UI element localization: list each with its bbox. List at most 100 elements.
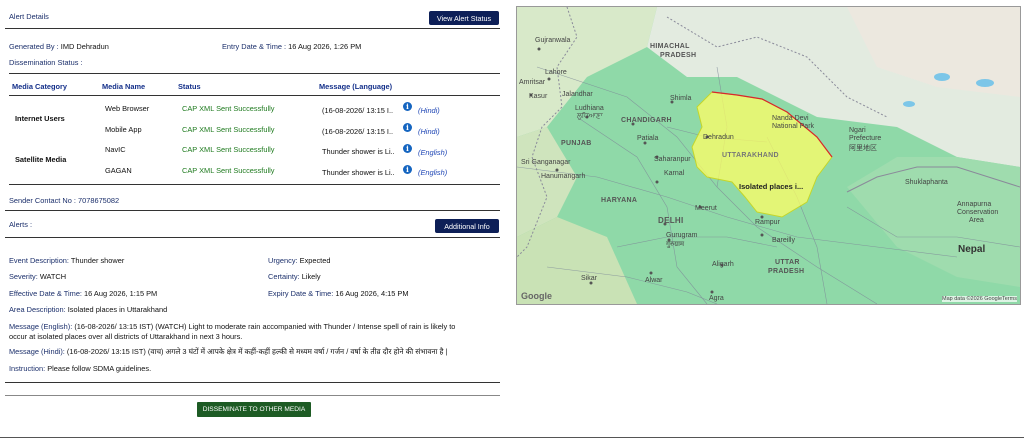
map-label-dehradun: Dehradun (703, 134, 734, 141)
alert-details-heading: Alert Details (9, 12, 49, 21)
map-label-ludhiana: Ludhiana (575, 105, 604, 112)
page-bottom-border (0, 437, 1024, 438)
map-label-area: Area (969, 217, 984, 224)
table-bottom-rule (9, 184, 500, 185)
event-description-value: Thunder shower (70, 256, 125, 265)
status-text: CAP XML Sent Successfully (182, 145, 275, 154)
map-label-lahore: Lahore (545, 69, 567, 76)
expiry-date: Expiry Date & Time: 16 Aug 2026, 4:15 PM (268, 289, 409, 298)
map-label-hanumangarh: Hanumangarh (541, 173, 586, 180)
map-label-bareilly: Bareilly (772, 237, 795, 244)
col-media-category: Media Category (12, 82, 68, 91)
message-language-link[interactable]: (Hindi) (418, 127, 440, 136)
info-icon[interactable]: i (403, 144, 412, 153)
media-name: GAGAN (105, 166, 132, 175)
urgency: Urgency: Expected (268, 256, 330, 265)
alerts-heading: Alerts : (9, 220, 32, 229)
map-label-uttarakhand: UTTARAKHAND (722, 152, 779, 159)
divider (5, 395, 500, 396)
message-preview: Thunder shower is Li.. (322, 168, 395, 177)
map-label-himachal: HIMACHAL (650, 43, 690, 50)
map-label-prefecture-cn: 阿里地区 (849, 145, 877, 152)
info-icon[interactable]: i (403, 102, 412, 111)
urgency-value: Expected (299, 256, 331, 265)
map-label-delhi: DELHI (658, 216, 684, 225)
map-label-kasur: Kasur (529, 93, 548, 100)
dissemination-status-label: Dissemination Status : (9, 58, 83, 67)
map-label-national-park: National Park (772, 123, 815, 130)
map-label-uttar: UTTAR (775, 259, 800, 266)
additional-info-button[interactable]: Additional Info (435, 219, 499, 233)
col-status: Status (178, 82, 201, 91)
entry-date-label: Entry Date & Time : (222, 42, 287, 51)
info-icon[interactable]: i (403, 165, 412, 174)
generated-by-value: IMD Dehradun (60, 42, 109, 51)
expiry-date-value: 16 Aug 2026, 4:15 PM (335, 289, 409, 298)
map-label-pradesh-2: PRADESH (768, 268, 805, 275)
entry-date: Entry Date & Time : 16 Aug 2026, 1:26 PM (222, 42, 361, 51)
message-language-link[interactable]: (English) (418, 168, 447, 177)
map-terms-link[interactable]: Terms (1002, 296, 1017, 302)
category-satellite-media: Satellite Media (15, 155, 67, 164)
map-label-chandigarh: CHANDIGARH (621, 117, 672, 124)
map-label-gurugram: Gurugram (666, 232, 698, 239)
effective-date-value: 16 Aug 2026, 1:15 PM (84, 289, 158, 298)
map-label-amritsar: Amritsar (519, 79, 546, 86)
instruction-label: Instruction: (9, 364, 46, 373)
message-hindi-label: Message (Hindi): (9, 347, 65, 356)
map-label-meerut: Meerut (695, 205, 717, 212)
message-language-link[interactable]: (English) (418, 148, 447, 157)
map-label-pradesh: PRADESH (660, 52, 697, 59)
google-logo: Google (521, 291, 552, 301)
divider (5, 382, 500, 383)
map-label-annapurna: Annapurna (957, 201, 992, 208)
map-label-aligarh: Aligarh (712, 261, 734, 268)
map-label-nepal: Nepal (958, 244, 986, 255)
map-label-jalandhar: Jalandhar (562, 91, 593, 98)
urgency-label: Urgency: (268, 256, 298, 265)
map-label-haryana: HARYANA (601, 197, 638, 204)
map-label-prefecture: Prefecture (849, 135, 882, 142)
area-description-label: Area Description: (9, 305, 66, 314)
map-label-sri-ganganagar: Sri Ganganagar (521, 159, 571, 166)
status-text: CAP XML Sent Successfully (182, 166, 275, 175)
message-language-link[interactable]: (Hindi) (418, 106, 440, 115)
area-description: Area Description: Isolated places in Utt… (9, 305, 167, 314)
map-label-sikar: Sikar (581, 275, 597, 282)
map-label-karnal: Karnal (664, 170, 685, 177)
certainty: Certainty: Likely (268, 272, 321, 281)
media-name: NavIC (105, 145, 126, 154)
media-name: Web Browser (105, 104, 150, 113)
certainty-label: Certainty: (268, 272, 300, 281)
map-label-conservation: Conservation (957, 209, 999, 216)
message-preview: Thunder shower is Li.. (322, 147, 395, 156)
map-label-sukla-phanta: Shuklaphanta (905, 179, 948, 186)
view-alert-status-button[interactable]: View Alert Status (429, 11, 499, 25)
area-description-value: Isolated places in Uttarakhand (67, 305, 168, 314)
message-hindi-value: (16-08-2026/ 13:15 IST) (वाच) अगले 3 घंट… (66, 347, 448, 356)
map-label-ngari: Ngari (849, 127, 866, 134)
event-description: Event Description: Thunder shower (9, 256, 124, 265)
map-label-gurugram-hi: गुरुग्राम (666, 241, 685, 248)
alert-area-map[interactable]: HIMACHAL PRADESH Gujranwala Lahore Amrit… (516, 6, 1021, 305)
certainty-value: Likely (301, 272, 321, 281)
status-text: CAP XML Sent Successfully (182, 125, 275, 134)
message-english: Message (English): (16-08-2026/ 13:15 IS… (9, 322, 499, 342)
event-description-label: Event Description: (9, 256, 69, 265)
severity: Severity: WATCH (9, 272, 66, 281)
message-english-line-2: occur at isolated places over all distri… (9, 332, 243, 341)
map-label-saharanpur: Saharanpur (654, 156, 691, 163)
expiry-date-label: Expiry Date & Time: (268, 289, 334, 298)
message-english-label: Message (English): (9, 322, 73, 331)
disseminate-button[interactable]: DISSEMINATE TO OTHER MEDIA (197, 402, 311, 417)
info-icon[interactable]: i (403, 123, 412, 132)
sender-contact: Sender Contact No : 7078675082 (9, 196, 120, 205)
severity-value: WATCH (39, 272, 67, 281)
message-preview: (16-08-2026/ 13:15 I.. (322, 127, 394, 136)
col-media-name: Media Name (102, 82, 146, 91)
map-label-isolated-places[interactable]: Isolated places i... (739, 182, 803, 191)
divider (5, 28, 500, 29)
map-label-punjab: PUNJAB (561, 140, 592, 147)
map-attribution: Map data ©2026 Google (942, 296, 1003, 302)
map-label-rampur: Rampur (755, 219, 780, 226)
